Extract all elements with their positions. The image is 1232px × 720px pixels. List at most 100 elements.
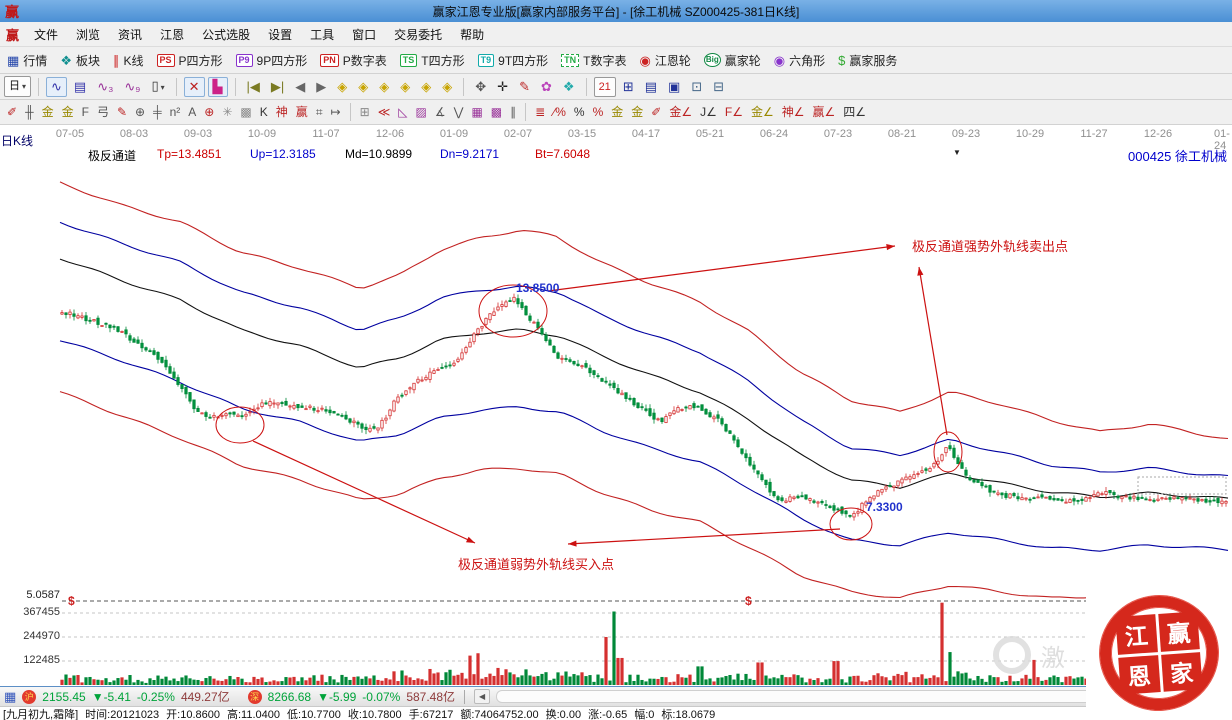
winner-service-button[interactable]: $赢家服务 bbox=[835, 50, 900, 71]
candle-style-button[interactable]: ▯▾ bbox=[147, 77, 168, 97]
pattern-tool-icon[interactable]: ❖ bbox=[559, 78, 579, 96]
shen-tool-icon[interactable]: 神 bbox=[273, 104, 291, 121]
bow-line-icon[interactable]: 弓 bbox=[94, 104, 112, 121]
pen2-icon[interactable]: ✎ bbox=[114, 104, 130, 121]
ying-tool-icon[interactable]: 赢 bbox=[293, 104, 311, 121]
compass-icon[interactable]: ⊕ bbox=[132, 104, 148, 121]
k-quote-icon[interactable]: K bbox=[257, 104, 271, 121]
index-1[interactable]: 深8266.68▼-5.99-0.07%587.48亿 bbox=[248, 688, 455, 705]
fan-lines-icon[interactable]: ≪ bbox=[375, 104, 394, 121]
menu-item-7[interactable]: 窗口 bbox=[343, 25, 385, 45]
quotes-button[interactable]: ▦行情 bbox=[4, 50, 50, 71]
grid-dense-icon[interactable]: ▦ bbox=[468, 104, 485, 121]
pen-draw-icon[interactable]: ✐ bbox=[4, 104, 20, 121]
menu-item-3[interactable]: 江恩 bbox=[151, 25, 193, 45]
menu-item-2[interactable]: 资讯 bbox=[109, 25, 151, 45]
p-square-button[interactable]: PSP四方形 bbox=[154, 50, 226, 71]
kline-chart-canvas[interactable]: $$ bbox=[0, 125, 1232, 686]
zoom-left-icon[interactable]: ◈ bbox=[333, 78, 351, 96]
menu-item-9[interactable]: 帮助 bbox=[451, 25, 493, 45]
expand-all-icon[interactable]: ◈ bbox=[417, 78, 435, 96]
winner-wheel-button[interactable]: Big赢家轮 bbox=[701, 50, 764, 71]
ruler-123-icon[interactable]: ⌗ bbox=[313, 104, 326, 121]
pattern-x-icon[interactable]: ✕ bbox=[184, 77, 205, 97]
wave3-icon[interactable]: ∿₃ bbox=[93, 78, 117, 96]
four-angle-icon[interactable]: 四∠ bbox=[840, 104, 869, 121]
parallel-lines-icon[interactable]: ∥ bbox=[507, 104, 519, 121]
span-marker-icon[interactable]: ↦ bbox=[328, 104, 344, 121]
expand-horizontal-icon[interactable]: ◈ bbox=[375, 78, 393, 96]
hexagon-button[interactable]: ◉六角形 bbox=[771, 50, 828, 71]
f-line-icon[interactable]: F bbox=[79, 104, 92, 121]
pen-tool-icon[interactable]: ✎ bbox=[515, 78, 534, 96]
gold-extension-icon[interactable]: 金 bbox=[59, 104, 77, 121]
grid-box-icon[interactable]: ▩ bbox=[488, 104, 505, 121]
star-wheel-icon[interactable]: ✳ bbox=[219, 104, 235, 121]
go-first-button[interactable]: |◀ bbox=[243, 78, 264, 96]
zoom-right-icon[interactable]: ◈ bbox=[354, 78, 372, 96]
vee-lines-icon[interactable]: ⋁ bbox=[451, 104, 467, 121]
gold-section-icon[interactable]: 金 bbox=[39, 104, 57, 121]
calendar-icon[interactable]: 21 bbox=[594, 77, 616, 97]
menu-item-6[interactable]: 工具 bbox=[301, 25, 343, 45]
menu-item-4[interactable]: 公式选股 bbox=[193, 25, 259, 45]
shaded-grid-icon[interactable]: ▨ bbox=[413, 104, 430, 121]
hash-line-icon[interactable]: ╪ bbox=[150, 104, 165, 121]
9p-square-button[interactable]: P99P四方形 bbox=[233, 50, 311, 71]
gold-angle2-icon[interactable]: 金∠ bbox=[748, 104, 777, 121]
n-square-icon[interactable]: n² bbox=[167, 104, 184, 121]
kline-button[interactable]: ∥K线 bbox=[110, 50, 147, 71]
gold-angle-icon[interactable]: 金∠ bbox=[666, 104, 695, 121]
t-table-button[interactable]: TNT数字表 bbox=[558, 50, 629, 71]
ruler-h-icon[interactable]: ╫ bbox=[22, 104, 37, 121]
histogram-icon[interactable]: ▙ bbox=[208, 77, 228, 97]
scroll-left-button[interactable]: ◀ bbox=[474, 689, 490, 704]
go-last-button[interactable]: ▶| bbox=[267, 78, 288, 96]
menu-item-8[interactable]: 交易委托 bbox=[385, 25, 451, 45]
calculator-icon[interactable]: ⊞ bbox=[619, 78, 638, 96]
compress-horizontal-icon[interactable]: ◈ bbox=[396, 78, 414, 96]
stamp-tool-icon[interactable]: ✿ bbox=[537, 78, 556, 96]
save-icon[interactable]: ▣ bbox=[664, 78, 684, 96]
9t-square-button[interactable]: T99T四方形 bbox=[475, 50, 552, 71]
ying-angle-icon[interactable]: 赢∠ bbox=[809, 104, 838, 121]
percent-line-icon[interactable]: ∕% bbox=[550, 104, 569, 121]
gann-wheel-button[interactable]: ◉江恩轮 bbox=[637, 50, 694, 71]
compress-all-icon[interactable]: ◈ bbox=[438, 78, 456, 96]
crosshair-icon[interactable]: ✛ bbox=[493, 78, 512, 96]
gold-circle-icon[interactable]: 金 bbox=[608, 104, 626, 121]
a-line-icon[interactable]: A bbox=[185, 104, 199, 121]
gold-level-icon[interactable]: 金 bbox=[628, 104, 646, 121]
kline-period-tab[interactable]: 日K线 bbox=[1, 132, 33, 149]
p-table-button[interactable]: PNP数字表 bbox=[317, 50, 390, 71]
export-icon[interactable]: ⊡ bbox=[687, 78, 706, 96]
index-0[interactable]: 沪2155.45▼-5.41-0.25%449.27亿 bbox=[22, 688, 229, 705]
percent-level-icon[interactable]: % bbox=[590, 104, 607, 121]
titlebar[interactable]: 赢 赢家江恩专业版[赢家内部服务平台] - [徐工机械 SZ000425-381… bbox=[0, 0, 1232, 22]
period-day-button[interactable]: 日▾ bbox=[4, 76, 31, 97]
quote-grid-icon[interactable]: ▦ bbox=[4, 689, 16, 705]
prev-bar-button[interactable]: ◀ bbox=[291, 78, 309, 96]
j-angle-icon[interactable]: J∠ bbox=[697, 104, 720, 121]
fan-shape-icon[interactable]: ◺ bbox=[395, 104, 410, 121]
percent-icon[interactable]: % bbox=[571, 104, 588, 121]
circle-target-icon[interactable]: ⊕ bbox=[201, 104, 217, 121]
square-wheel-icon[interactable]: ▩ bbox=[237, 104, 254, 121]
pen-angle-icon[interactable]: ✐ bbox=[648, 104, 664, 121]
menu-item-0[interactable]: 文件 bbox=[25, 25, 67, 45]
print-icon[interactable]: ⊟ bbox=[709, 78, 728, 96]
sectors-button[interactable]: ❖板块 bbox=[57, 50, 103, 71]
f-angle-icon[interactable]: F∠ bbox=[722, 104, 746, 121]
zigzag-icon[interactable]: ∿ bbox=[46, 77, 67, 97]
next-bar-button[interactable]: ▶ bbox=[312, 78, 330, 96]
angle-lines-icon[interactable]: ∡ bbox=[432, 104, 449, 121]
menu-item-5[interactable]: 设置 bbox=[259, 25, 301, 45]
report-icon[interactable]: ▤ bbox=[70, 78, 90, 96]
chart-area[interactable]: $$ 日K线 000425 徐工机械 ▼ 5.0587 07-0508-0309… bbox=[0, 125, 1232, 686]
frame-icon[interactable]: ⊞ bbox=[357, 104, 373, 121]
notes-icon[interactable]: ▤ bbox=[641, 78, 661, 96]
wave9-icon[interactable]: ∿₉ bbox=[120, 78, 144, 96]
t-square-button[interactable]: TST四方形 bbox=[397, 50, 468, 71]
hand-tool-icon[interactable]: ✥ bbox=[471, 78, 490, 96]
date-cursor-marker[interactable]: ▼ bbox=[953, 148, 961, 157]
